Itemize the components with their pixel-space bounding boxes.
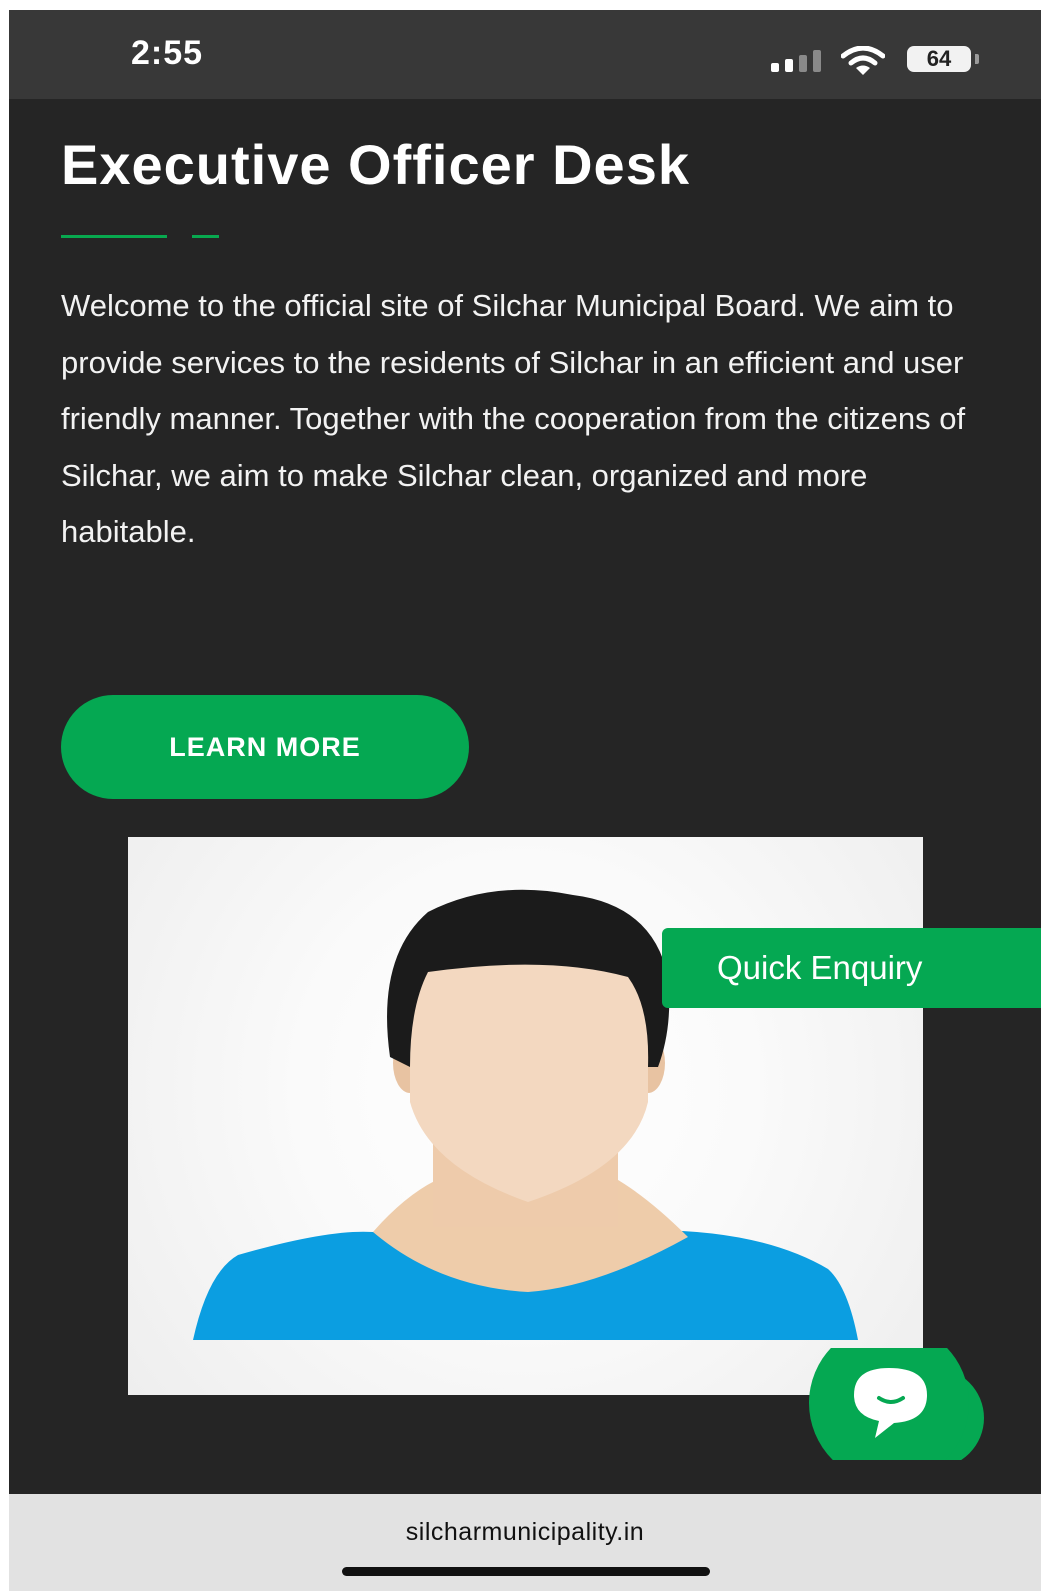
intro-text: Welcome to the official site of Silchar …: [61, 288, 966, 549]
quick-enquiry-button[interactable]: Quick Enquiry: [662, 928, 1041, 1008]
wifi-icon: [841, 46, 885, 75]
avatar: [193, 889, 858, 1340]
status-time: 2:55: [131, 34, 204, 72]
browser-url[interactable]: silcharmunicipality.in: [9, 1518, 1041, 1547]
battery-tip: [975, 54, 979, 64]
title-underline-accent: [192, 235, 219, 238]
browser-bottom-bar: silcharmunicipality.in: [9, 1494, 1041, 1591]
chat-icon[interactable]: [809, 1348, 991, 1460]
officer-photo: [128, 837, 923, 1395]
title-underline: [61, 235, 167, 238]
battery-icon: 64: [907, 46, 971, 72]
home-indicator[interactable]: [342, 1567, 710, 1576]
signal-icon: [771, 50, 823, 72]
status-bar: 2:55 64: [9, 10, 1041, 99]
page-title: Executive Officer Desk: [61, 133, 690, 196]
screen: 2:55 64 Executive Officer Desk Welcome t…: [9, 10, 1041, 1591]
learn-more-button[interactable]: LEARN MORE: [61, 695, 469, 799]
